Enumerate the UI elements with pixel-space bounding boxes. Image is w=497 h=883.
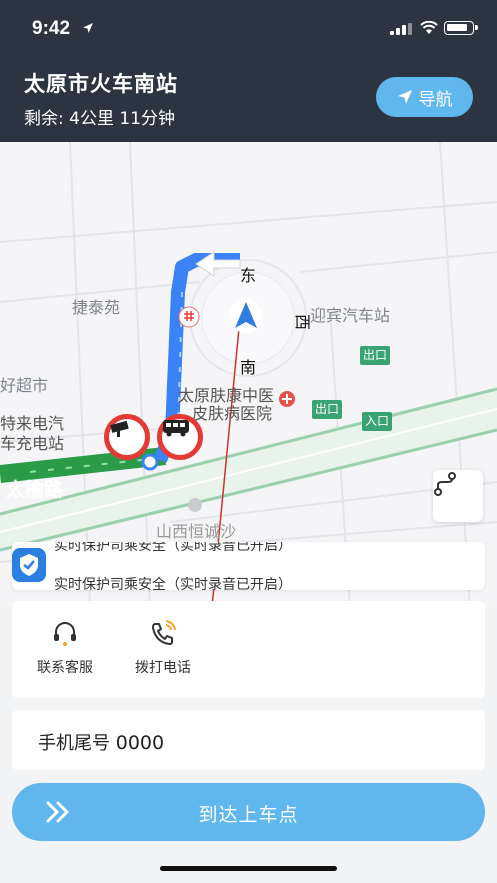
remaining-info: 剩余: 4公里 11分钟 bbox=[24, 109, 175, 129]
phone-tail-text: 手机尾号 0000 bbox=[38, 729, 164, 755]
map-label-ev-station-2: 车充电站 bbox=[0, 434, 65, 453]
phone-tail-card: 手机尾号 0000 bbox=[12, 710, 485, 770]
status-time: 9:42 bbox=[32, 18, 71, 39]
status-bar: 9:42 bbox=[0, 0, 497, 58]
navigate-button-label: 导航 bbox=[418, 89, 453, 110]
phone-tail-number: 0000 bbox=[115, 732, 165, 754]
arrive-pickup-button[interactable]: 到达上车点 bbox=[12, 783, 485, 841]
safety-banner: 实时保护司乘安全（实时录音已开启） 实时保护司乘安全（实时录音已开启） bbox=[12, 542, 485, 590]
top-header: 9:42 太原市火车南站 剩余: 4公里 11分钟 导航 bbox=[0, 0, 497, 142]
contact-service-button[interactable]: 联系客服 bbox=[20, 619, 110, 677]
screen: 9:42 太原市火车南站 剩余: 4公里 11分钟 导航 捷泰苑 迎宾汽车站 好… bbox=[0, 0, 497, 883]
home-indicator[interactable] bbox=[160, 866, 337, 871]
map-label-supermarket: 好超市 bbox=[0, 376, 49, 395]
bus-icon bbox=[163, 420, 189, 437]
destination-title: 太原市火车南站 bbox=[24, 72, 178, 96]
signal-icon bbox=[390, 23, 412, 35]
safety-text-top: 实时保护司乘安全（实时录音已开启） bbox=[54, 542, 292, 554]
arrive-pickup-label: 到达上车点 bbox=[198, 804, 299, 826]
railway-icon bbox=[178, 306, 200, 328]
exit-badge-2: 出口 bbox=[312, 400, 343, 419]
direction-south-label: 南 bbox=[240, 358, 257, 377]
exit-badge-1: 出口 bbox=[360, 346, 391, 365]
navigate-button[interactable]: 导航 bbox=[376, 77, 473, 117]
make-call-label: 拨打电话 bbox=[135, 660, 191, 676]
map-label-jietaiyuan: 捷泰苑 bbox=[72, 298, 121, 317]
safety-text: 实时保护司乘安全（实时录音已开启） bbox=[54, 577, 292, 590]
route-icon bbox=[434, 472, 456, 496]
wifi-icon bbox=[420, 21, 438, 34]
map-label-yingbin: 迎宾汽车站 bbox=[310, 306, 391, 325]
camera-icon bbox=[110, 420, 129, 437]
battery-icon bbox=[444, 21, 478, 35]
headset-icon bbox=[54, 622, 76, 646]
route-overview-button[interactable] bbox=[433, 470, 483, 522]
speed-camera-sign bbox=[104, 414, 150, 460]
location-arrow-icon bbox=[83, 23, 93, 33]
bus-lane-sign bbox=[157, 414, 203, 460]
phone-icon bbox=[152, 620, 176, 645]
phone-tail-label: 手机尾号 bbox=[38, 733, 116, 754]
poi-icon bbox=[188, 498, 202, 512]
direction-east-label: 东 bbox=[240, 266, 257, 285]
map-label-hospital-2: 皮肤病医院 bbox=[192, 404, 273, 423]
navigation-arrow-icon bbox=[397, 90, 412, 104]
nav-arrow-icon bbox=[229, 299, 263, 333]
make-call-button[interactable]: 拨打电话 bbox=[118, 619, 208, 677]
hospital-icon bbox=[279, 391, 295, 407]
map-label-hengcheng: 山西恒诚沙 bbox=[156, 522, 237, 541]
entrance-badge: 入口 bbox=[362, 412, 393, 431]
direction-west-label: 西 bbox=[293, 313, 313, 331]
safety-shield-icon bbox=[12, 548, 46, 582]
map-view[interactable]: 捷泰苑 迎宾汽车站 好超市 特来电汽 车充电站 太原肤康中医 皮肤病医院 太榆路… bbox=[0, 142, 497, 607]
map-label-road: 太榆路 bbox=[6, 479, 64, 501]
action-card: 联系客服 拨打电话 bbox=[12, 601, 485, 698]
contact-service-label: 联系客服 bbox=[37, 660, 93, 676]
